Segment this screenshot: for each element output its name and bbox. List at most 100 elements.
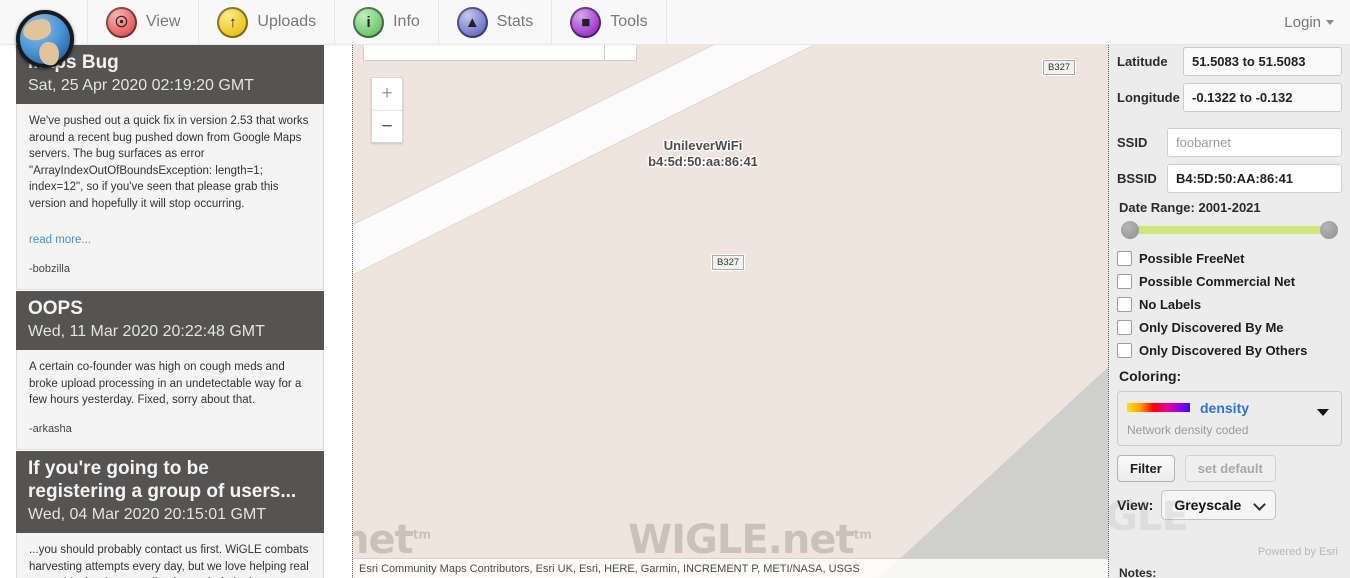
news-title: Maps Bug [28, 52, 119, 73]
nav-item-uploads[interactable]: ↑ Uploads [199, 0, 336, 44]
news-text: We've pushed out a quick fix in version … [29, 115, 309, 210]
view-value: Greyscale [1174, 497, 1242, 513]
news-header: If you're going to be registering a grou… [16, 451, 324, 533]
network-ssid-label: UnileverWiFi [663, 138, 743, 153]
bssid-input[interactable]: B4:5D:50:AA:86:41 [1167, 164, 1342, 193]
news-header: OOPS Wed, 11 Mar 2020 20:22:48 GMT [16, 291, 324, 350]
checkbox-no-labels[interactable] [1117, 297, 1132, 312]
news-item: Maps Bug Sat, 25 Apr 2020 02:19:20 GMT W… [16, 45, 324, 290]
map-search-button[interactable] [605, 45, 637, 61]
map-canvas[interactable]: + − B327 B327 UnileverWiFi b4:5d:50:aa:8… [352, 45, 1108, 578]
filter-panel: Latitude 51.5083 to 51.5083 Longitude -0… [1108, 45, 1350, 578]
stats-icon: ▲ [456, 6, 488, 38]
stats-icon-glyph: ▲ [464, 13, 480, 31]
longitude-input[interactable]: -0.1322 to -0.132 [1183, 83, 1342, 112]
road-shield-icon: B327 [1043, 60, 1076, 75]
checkbox-row-discovered-by-others[interactable]: Only Discovered By Others [1117, 343, 1342, 358]
top-navbar: ☉ View ↑ Uploads i Info ▲ Stats ■ Tools … [0, 0, 1350, 45]
longitude-label: Longitude [1117, 90, 1180, 105]
nav-item-view[interactable]: ☉ View [88, 0, 200, 44]
checkbox-label: No Labels [1139, 297, 1202, 312]
nav-label-info: Info [393, 13, 420, 30]
filter-button[interactable]: Filter [1117, 455, 1175, 482]
chevron-down-icon [1317, 409, 1329, 416]
bssid-row: BSSID B4:5D:50:AA:86:41 [1117, 164, 1342, 193]
map-road-polyline [353, 45, 1108, 325]
news-date: Sat, 25 Apr 2020 02:19:20 GMT [28, 77, 254, 94]
notes-label: Notes: [1119, 566, 1157, 578]
slider-handle-min[interactable] [1121, 221, 1139, 239]
map-area-polygon [868, 358, 1108, 578]
zoom-out-button[interactable]: − [372, 110, 402, 142]
view-icon: ☉ [106, 6, 137, 38]
checkbox-row-freenet[interactable]: Possible FreeNet [1117, 251, 1342, 266]
globe-icon[interactable] [16, 10, 74, 68]
set-default-button[interactable]: set default [1184, 455, 1276, 482]
coloring-value: density [1200, 399, 1250, 416]
chevron-down-icon [1253, 498, 1267, 511]
nav-label-tools: Tools [610, 13, 648, 30]
wigle-watermark: WIGLE.nettm [628, 517, 872, 563]
checkbox-only-discovered-by-others[interactable] [1117, 343, 1132, 358]
zoom-in-button[interactable]: + [372, 78, 402, 110]
news-text: ...you should probably contact us first.… [29, 544, 309, 578]
road-shield-icon: B327 [712, 255, 745, 270]
coloring-select[interactable]: density Network density coded [1117, 391, 1342, 446]
news-title: OOPS [28, 298, 83, 319]
login-label: Login [1284, 13, 1321, 31]
filter-button-row: Filter set default [1117, 455, 1342, 482]
network-map-label[interactable]: UnileverWiFi b4:5d:50:aa:86:41 [603, 138, 803, 170]
nav-label-stats: Stats [496, 13, 534, 30]
read-more-link[interactable]: read more... [29, 232, 91, 249]
info-icon: i [353, 6, 385, 38]
news-sidebar: Maps Bug Sat, 25 Apr 2020 02:19:20 GMT W… [16, 45, 324, 578]
wigle-map-page: ☉ View ↑ Uploads i Info ▲ Stats ■ Tools … [0, 0, 1350, 578]
wigle-watermark-text: WIGLE.net [628, 517, 855, 563]
checkbox-possible-freenet[interactable] [1117, 251, 1132, 266]
tools-icon: ■ [570, 6, 602, 38]
checkbox-label: Possible Commercial Net [1139, 274, 1296, 289]
date-range-slider[interactable] [1121, 221, 1338, 239]
longitude-row: Longitude -0.1322 to -0.132 [1117, 83, 1342, 112]
news-date: Wed, 04 Mar 2020 20:15:01 GMT [28, 506, 267, 523]
news-text: A certain co-founder was high on cough m… [29, 361, 302, 406]
view-select[interactable]: Greyscale [1161, 490, 1277, 520]
chevron-down-icon [1326, 19, 1334, 25]
news-title: If you're going to be registering a grou… [28, 458, 297, 502]
map-search-input[interactable] [363, 45, 605, 61]
news-item: If you're going to be registering a grou… [16, 451, 324, 578]
latitude-label: Latitude [1117, 54, 1168, 69]
network-bssid-label: b4:5d:50:aa:86:41 [648, 154, 758, 169]
slider-track [1131, 226, 1328, 234]
nav-item-stats[interactable]: ▲ Stats [439, 0, 553, 44]
news-item: OOPS Wed, 11 Mar 2020 20:22:48 GMT A cer… [16, 291, 324, 450]
tools-icon-glyph: ■ [581, 13, 591, 31]
wigle-watermark-text: net [353, 517, 414, 563]
ssid-input[interactable]: foobarnet [1167, 128, 1342, 157]
checkbox-possible-commercial-net[interactable] [1117, 274, 1132, 289]
news-body: ...you should probably contact us first.… [16, 533, 324, 578]
latitude-input[interactable]: 51.5083 to 51.5083 [1183, 47, 1342, 76]
news-byline: -bobzilla [29, 262, 70, 275]
nav-item-tools[interactable]: ■ Tools [552, 0, 667, 44]
slider-handle-max[interactable] [1320, 221, 1338, 239]
news-date: Wed, 11 Mar 2020 20:22:48 GMT [28, 323, 265, 340]
nav-label-view: View [146, 13, 181, 30]
checkbox-row-no-labels[interactable]: No Labels [1117, 297, 1342, 312]
navbar-spacer [667, 0, 1269, 44]
news-body: We've pushed out a quick fix in version … [16, 104, 324, 290]
coloring-label: Coloring: [1119, 368, 1182, 384]
bssid-label: BSSID [1117, 171, 1157, 186]
nav-label-uploads: Uploads [257, 13, 317, 30]
checkbox-label: Only Discovered By Me [1139, 320, 1284, 335]
checkbox-row-commercial[interactable]: Possible Commercial Net [1117, 274, 1342, 289]
view-label: View: [1117, 497, 1154, 513]
login-menu[interactable]: Login [1268, 0, 1350, 44]
latitude-row: Latitude 51.5083 to 51.5083 [1117, 47, 1342, 76]
density-gradient-icon [1127, 403, 1190, 413]
map-attribution: Esri Community Maps Contributors, Esri U… [353, 558, 1108, 578]
date-range-label: Date Range: 2001-2021 [1119, 200, 1261, 215]
nav-item-info[interactable]: i Info [335, 0, 439, 44]
checkbox-only-discovered-by-me[interactable] [1117, 320, 1132, 335]
checkbox-row-discovered-by-me[interactable]: Only Discovered By Me [1117, 320, 1342, 335]
